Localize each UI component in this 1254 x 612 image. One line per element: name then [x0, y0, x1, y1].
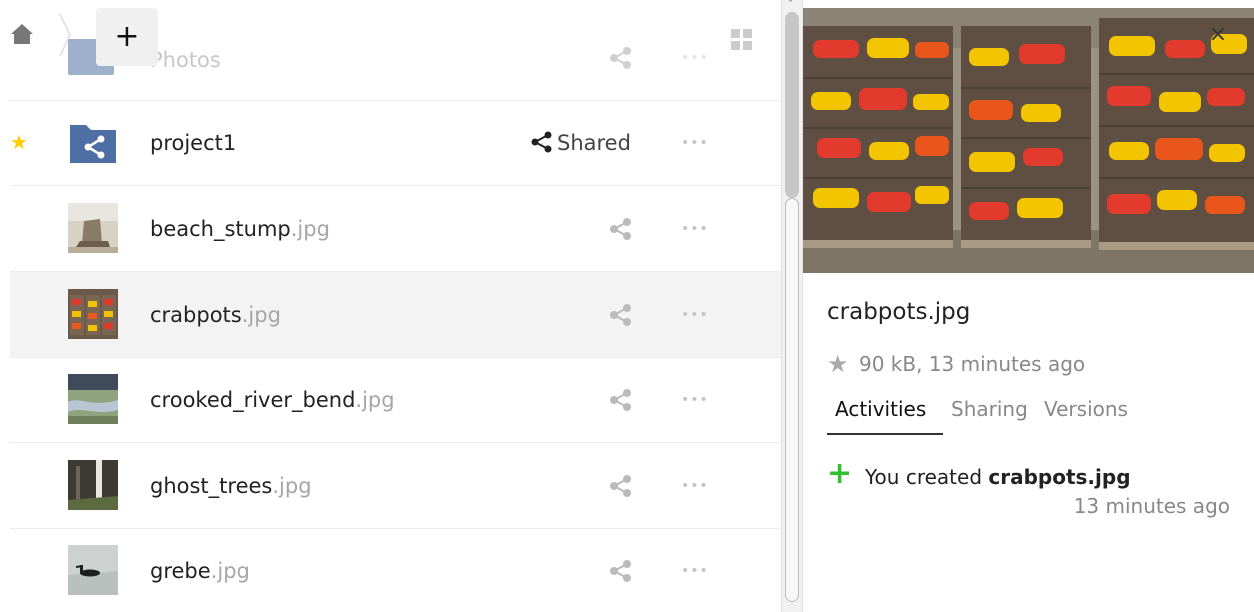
file-name[interactable]: ghost_trees.jpg — [150, 471, 312, 501]
file-meta: 90 kB, 13 minutes ago — [859, 352, 1086, 376]
file-list-pane: Photos ••• ★ project1 Shared ••• beach_s… — [0, 0, 781, 612]
file-thumbnail — [68, 203, 118, 253]
shared-button[interactable]: Shared — [531, 128, 631, 158]
activity-timestamp: 13 minutes ago — [1073, 494, 1230, 518]
activity-entry: You created crabpots.jpg — [865, 465, 1131, 489]
tab-versions[interactable]: Versions — [1044, 394, 1128, 424]
share-icon[interactable] — [608, 302, 634, 328]
scrollbar-track[interactable] — [785, 198, 799, 602]
more-actions-button[interactable]: ••• — [681, 45, 708, 71]
file-row[interactable]: ★ project1 Shared ••• — [10, 100, 781, 186]
grid-view-icon[interactable] — [730, 28, 754, 52]
file-name[interactable]: project1 — [150, 128, 236, 158]
share-icon[interactable] — [608, 45, 634, 71]
file-thumbnail — [68, 289, 118, 339]
scroll-up-icon[interactable]: ˄ — [788, 0, 798, 10]
file-row[interactable]: beach_stump.jpg ••• — [10, 186, 781, 272]
tab-activities[interactable]: Activities — [835, 394, 926, 424]
share-icon[interactable] — [608, 558, 634, 584]
add-icon: + — [827, 456, 853, 491]
shared-folder-icon — [68, 117, 118, 167]
share-icon — [531, 131, 552, 153]
active-tab-indicator — [827, 433, 943, 435]
detail-filename: crabpots.jpg — [827, 299, 971, 325]
share-icon[interactable] — [608, 473, 634, 499]
favorite-star-icon[interactable]: ★ — [10, 132, 28, 152]
file-name[interactable]: beach_stump.jpg — [150, 214, 330, 244]
more-actions-button[interactable]: ••• — [681, 558, 708, 584]
more-actions-button[interactable]: ••• — [681, 216, 708, 242]
new-button[interactable]: + — [96, 8, 158, 66]
file-name[interactable]: crooked_river_bend.jpg — [150, 385, 395, 415]
scrollbar-thumb[interactable] — [785, 12, 799, 198]
scrollbar[interactable]: ˄ — [781, 0, 803, 612]
breadcrumb-separator-icon — [58, 12, 72, 58]
file-name[interactable]: Photos — [150, 45, 221, 75]
favorite-star-icon[interactable]: ★ — [827, 352, 851, 376]
file-row[interactable]: crooked_river_bend.jpg ••• — [10, 357, 781, 443]
more-actions-button[interactable]: ••• — [681, 387, 708, 413]
activity-target[interactable]: crabpots.jpg — [988, 465, 1130, 489]
more-actions-button[interactable]: ••• — [681, 130, 708, 156]
share-icon[interactable] — [608, 216, 634, 242]
more-actions-button[interactable]: ••• — [681, 473, 708, 499]
file-row[interactable]: grebe.jpg ••• — [10, 528, 781, 612]
shared-label: Shared — [557, 131, 631, 155]
file-row[interactable]: ghost_trees.jpg ••• — [10, 443, 781, 529]
file-name[interactable]: grebe.jpg — [150, 556, 250, 586]
file-thumbnail — [68, 460, 118, 510]
more-actions-button[interactable]: ••• — [681, 302, 708, 328]
file-preview-image — [803, 8, 1254, 273]
tab-sharing[interactable]: Sharing — [951, 394, 1028, 424]
details-sidebar: × crabpots.jpg ★ 90 kB, 13 minutes ago A… — [803, 0, 1254, 612]
close-icon[interactable]: × — [1207, 24, 1229, 46]
file-name[interactable]: crabpots.jpg — [150, 300, 281, 330]
file-thumbnail — [68, 545, 118, 595]
file-row[interactable]: crabpots.jpg ••• — [10, 272, 781, 358]
share-icon[interactable] — [608, 387, 634, 413]
file-thumbnail — [68, 374, 118, 424]
home-icon[interactable] — [10, 22, 34, 46]
